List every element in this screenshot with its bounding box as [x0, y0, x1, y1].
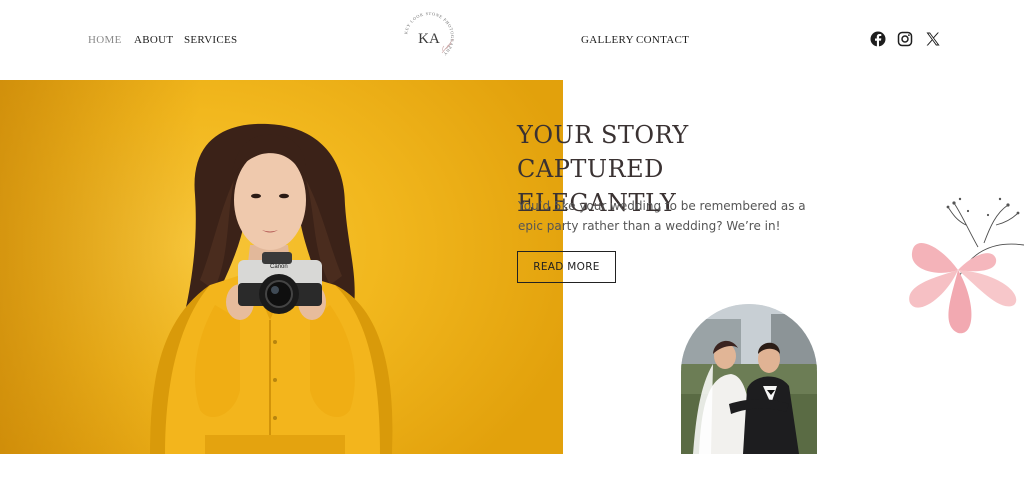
wedding-couple-photo: [681, 304, 817, 454]
brand-logo[interactable]: KEY LOOK STONE PHOTOGRAPHY KA: [398, 6, 460, 68]
nav-gallery[interactable]: GALLERY: [581, 34, 634, 46]
nav-home[interactable]: HOME: [88, 34, 122, 46]
nav-about[interactable]: ABOUT: [134, 34, 173, 46]
nav-contact[interactable]: CONTACT: [636, 34, 689, 46]
wedding-couple-illustration: [681, 304, 817, 454]
top-navigation: HOME ABOUT SERVICES KEY LOOK STONE PHOTO…: [0, 0, 1024, 80]
svg-text:KA: KA: [418, 31, 440, 47]
nav-services[interactable]: SERVICES: [184, 34, 237, 46]
woman-with-camera-illustration: Canon: [150, 123, 393, 454]
facebook-icon[interactable]: [870, 31, 886, 47]
x-icon[interactable]: [925, 31, 941, 47]
svg-text:Canon: Canon: [270, 264, 288, 270]
hero-photo: Canon: [0, 80, 563, 454]
instagram-icon[interactable]: [897, 31, 913, 47]
decorative-flower: [909, 197, 1024, 334]
read-more-button[interactable]: READ MORE: [517, 251, 616, 283]
hero-description: You’d 5ke your wedding to be remembered …: [518, 199, 806, 233]
